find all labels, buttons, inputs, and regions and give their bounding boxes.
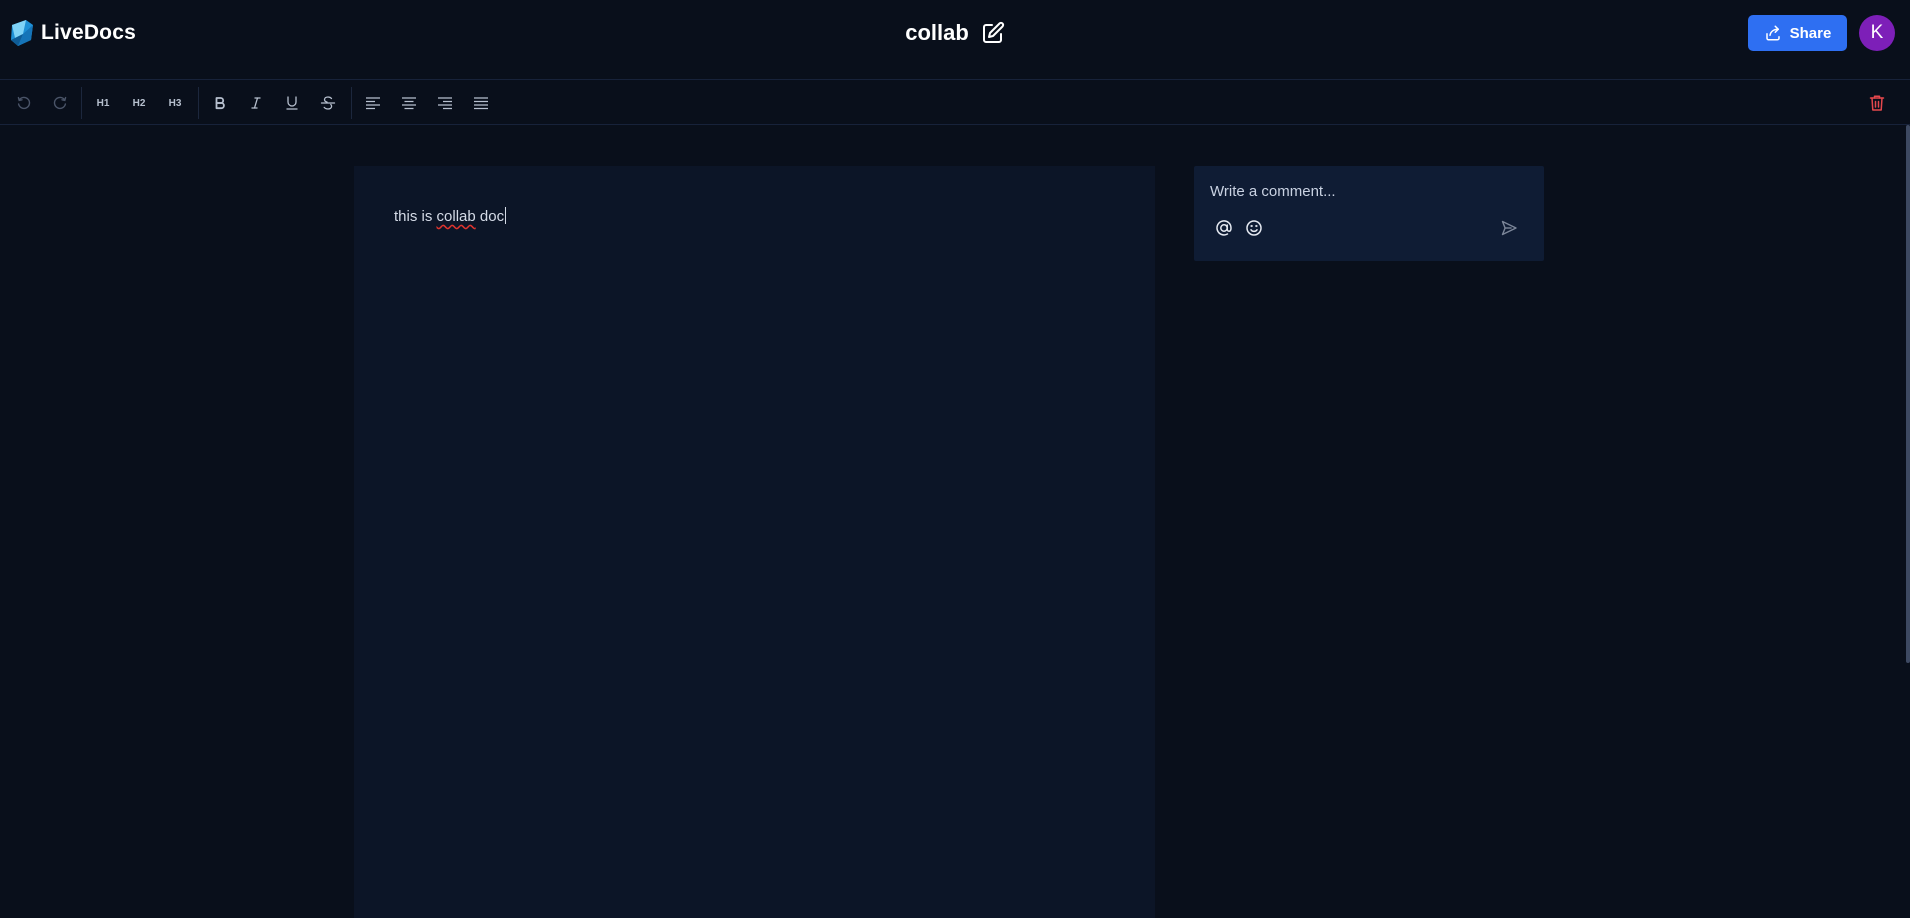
bold-icon <box>215 97 225 110</box>
text-cursor <box>505 207 507 224</box>
app-header: LiveDocs collab Share K <box>0 0 1910 80</box>
italic-button[interactable] <box>241 81 271 125</box>
page-scrollbar[interactable] <box>1906 125 1910 663</box>
heading-3-label: H3 <box>168 97 182 109</box>
at-sign-icon[interactable] <box>1214 218 1234 238</box>
share-label: Share <box>1789 24 1832 42</box>
redo-button[interactable] <box>45 81 75 125</box>
send-icon[interactable] <box>1499 218 1519 238</box>
align-right-icon <box>438 97 452 110</box>
heading-2-label: H2 <box>132 97 146 109</box>
align-left-icon <box>366 97 380 110</box>
italic-icon <box>251 97 261 109</box>
undo-icon <box>17 96 31 110</box>
toolbar-divider <box>198 87 199 119</box>
align-center-icon <box>402 97 416 110</box>
heading-2-button[interactable]: H2 <box>124 81 154 125</box>
heading-3-button[interactable]: H3 <box>160 81 190 125</box>
comment-composer <box>1194 166 1544 261</box>
avatar-initial: K <box>1870 22 1884 43</box>
livedocs-logo-icon <box>11 20 33 46</box>
align-right-button[interactable] <box>430 81 460 125</box>
editor-toolbar: H1 H2 H3 <box>0 81 1910 125</box>
strikethrough-button[interactable] <box>313 81 343 125</box>
editor-text-start: this is <box>394 208 437 225</box>
toolbar-divider <box>81 87 82 119</box>
document-title-area: collab <box>0 18 1910 48</box>
app-name: LiveDocs <box>41 21 136 44</box>
bold-button[interactable] <box>205 81 235 125</box>
underline-icon <box>286 96 298 110</box>
toolbar-divider <box>351 87 352 119</box>
strikethrough-icon <box>320 96 336 110</box>
heading-1-label: H1 <box>96 97 110 109</box>
share-button[interactable]: Share <box>1748 15 1847 51</box>
heading-1-button[interactable]: H1 <box>88 81 118 125</box>
align-justify-icon <box>474 97 488 110</box>
redo-icon <box>53 96 67 110</box>
share-icon <box>1765 25 1780 41</box>
pencil-square-icon[interactable] <box>981 21 1005 45</box>
app-logo[interactable]: LiveDocs <box>9 18 136 48</box>
align-left-button[interactable] <box>358 81 388 125</box>
align-justify-button[interactable] <box>466 81 496 125</box>
smiley-icon[interactable] <box>1244 218 1264 238</box>
trash-icon <box>1869 95 1885 111</box>
user-avatar[interactable]: K <box>1859 15 1895 51</box>
align-center-button[interactable] <box>394 81 424 125</box>
undo-button[interactable] <box>9 81 39 125</box>
comment-input[interactable] <box>1210 178 1520 204</box>
editor-text-end: doc <box>475 208 505 225</box>
underline-button[interactable] <box>277 81 307 125</box>
editor-content[interactable]: this is collab doc <box>394 207 507 225</box>
document-title[interactable]: collab <box>905 20 969 46</box>
delete-document-button[interactable] <box>1862 81 1892 125</box>
misspelled-word[interactable]: collab <box>437 208 476 225</box>
editor-page[interactable]: this is collab doc <box>354 166 1155 918</box>
